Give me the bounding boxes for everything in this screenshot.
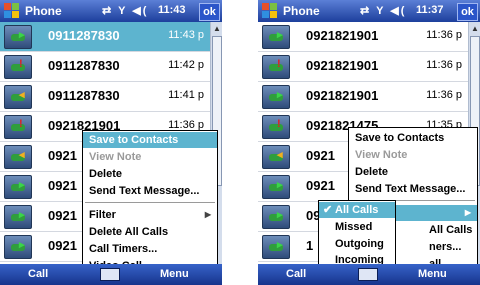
call-number: 0921 — [48, 208, 77, 223]
incoming-call-icon: ◂ — [262, 145, 290, 169]
keyboard-icon[interactable] — [100, 268, 120, 281]
outgoing-call-icon: ▸ — [262, 235, 290, 259]
phone-screen-left: Phone ⇄ Y ◀( 11:43 ok ▸ 0911287830 11:43… — [0, 0, 222, 285]
filter-all-calls[interactable]: ✔ All Calls — [319, 202, 395, 218]
call-time: 11:41 p — [168, 89, 204, 101]
submenu-arrow-icon: ▶ — [464, 208, 471, 217]
soft-key-bar: Call Menu — [258, 264, 480, 285]
menu-save-to-contacts[interactable]: Save to Contacts — [349, 130, 477, 146]
call-time: 11:42 p — [168, 59, 204, 71]
outgoing-call-icon: ▸ — [262, 25, 290, 49]
call-row[interactable]: ▸ 0911287830 11:43 p — [0, 22, 210, 52]
call-number: 0911287830 — [48, 28, 120, 43]
call-softkey[interactable]: Call — [286, 268, 306, 280]
missed-call-icon: ! — [262, 115, 290, 139]
start-icon[interactable] — [262, 3, 278, 19]
filter-missed[interactable]: Missed — [319, 219, 395, 235]
checkmark-icon: ✔ — [323, 204, 333, 216]
incoming-call-icon: ◂ — [4, 145, 32, 169]
menu-call-timers[interactable]: Call Timers... — [83, 241, 217, 257]
menu-delete-all-calls[interactable]: Delete All Calls — [83, 224, 217, 240]
menu-send-text-message[interactable]: Send Text Message... — [349, 181, 477, 197]
menu-save-to-contacts[interactable]: Save to Contacts — [83, 132, 217, 148]
call-number: 0921821901 — [306, 88, 379, 103]
call-number: 0921 — [306, 148, 335, 163]
menu-view-note[interactable]: View Note — [83, 149, 217, 165]
menu-softkey[interactable]: Menu — [418, 268, 447, 280]
outgoing-call-icon: ▸ — [4, 25, 32, 49]
call-number: 0921821901 — [306, 58, 379, 73]
call-time: 11:36 p — [426, 59, 462, 71]
outgoing-call-icon: ▸ — [4, 205, 32, 229]
call-number: 1 — [306, 238, 314, 253]
ok-button[interactable]: ok — [457, 3, 478, 21]
filter-outgoing[interactable]: Outgoing — [319, 236, 395, 252]
call-row[interactable]: ▸ 0921821901 11:36 p — [258, 82, 468, 112]
call-number: 0921 — [48, 178, 77, 193]
call-number: 0911287830 — [48, 88, 120, 103]
outgoing-call-icon: ▸ — [4, 235, 32, 259]
call-softkey[interactable]: Call — [28, 268, 48, 280]
call-row[interactable]: ! 0911287830 11:42 p — [0, 52, 210, 82]
app-title: Phone — [283, 4, 320, 18]
menu-filter[interactable]: Filter ▶ — [83, 207, 217, 223]
outgoing-call-icon: ▸ — [262, 205, 290, 229]
menu-view-note[interactable]: View Note — [349, 147, 477, 163]
status-icons[interactable]: ⇄ Y ◀( — [102, 4, 148, 17]
app-title: Phone — [25, 4, 62, 18]
clock[interactable]: 11:37 — [416, 4, 444, 16]
outgoing-call-icon: ▸ — [262, 175, 290, 199]
menu-delete[interactable]: Delete — [83, 166, 217, 182]
phone-screen-right: Phone ⇄ Y ◀( 11:37 ok ▸ 0921821901 11:36… — [258, 0, 480, 285]
menu-delete[interactable]: Delete — [349, 164, 477, 180]
submenu-arrow-icon: ▶ — [204, 210, 211, 219]
ok-button[interactable]: ok — [199, 3, 220, 21]
keyboard-icon[interactable] — [358, 268, 378, 281]
call-number: 0911287830 — [48, 58, 120, 73]
call-number: 0921 — [48, 238, 77, 253]
menu-send-text-message[interactable]: Send Text Message... — [83, 183, 217, 199]
menu-filter-label: Filter — [89, 209, 116, 221]
call-row[interactable]: ◂ 0911287830 11:41 p — [0, 82, 210, 112]
menu-softkey[interactable]: Menu — [160, 268, 189, 280]
scroll-up-icon[interactable]: ▲ — [212, 24, 222, 34]
outgoing-call-icon: ▸ — [262, 85, 290, 109]
call-time: 11:36 p — [426, 89, 462, 101]
call-number: 0921 — [48, 148, 77, 163]
title-bar: Phone ⇄ Y ◀( 11:43 ok — [0, 0, 222, 22]
incoming-call-icon: ◂ — [4, 85, 32, 109]
call-time: 11:43 p — [168, 29, 204, 41]
soft-key-bar: Call Menu — [0, 264, 222, 285]
status-icons[interactable]: ⇄ Y ◀( — [360, 4, 406, 17]
call-time: 11:36 p — [426, 29, 462, 41]
filter-all-calls-label: All Calls — [335, 204, 379, 216]
filter-submenu: ✔ All Calls Missed Outgoing Incoming — [318, 200, 396, 270]
call-number: 0921821901 — [306, 28, 379, 43]
scroll-up-icon[interactable]: ▲ — [470, 24, 480, 34]
context-menu: Save to Contacts View Note Delete Send T… — [82, 130, 218, 272]
call-row[interactable]: ! 0921821901 11:36 p — [258, 52, 468, 82]
title-bar: Phone ⇄ Y ◀( 11:37 ok — [258, 0, 480, 22]
outgoing-call-icon: ▸ — [4, 175, 32, 199]
call-number: 0921 — [306, 178, 335, 193]
start-icon[interactable] — [4, 3, 20, 19]
missed-call-icon: ! — [262, 55, 290, 79]
missed-call-icon: ! — [4, 55, 32, 79]
menu-separator — [85, 202, 215, 203]
missed-call-icon: ! — [4, 115, 32, 139]
clock[interactable]: 11:43 — [158, 4, 186, 16]
call-row[interactable]: ▸ 0921821901 11:36 p — [258, 22, 468, 52]
